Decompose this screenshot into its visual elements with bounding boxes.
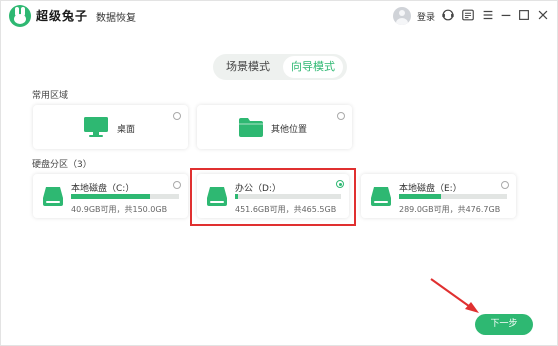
drive-c-usage-bar bbox=[71, 194, 179, 199]
app-window: 超级兔子 数据恢复 登录 场景模式 向导模式 常用区域 桌面 其他位置 硬盘分区… bbox=[0, 0, 558, 346]
next-button[interactable]: 下一步 bbox=[475, 314, 533, 335]
desktop-label: 桌面 bbox=[117, 125, 136, 135]
mode-toggle: 场景模式 向导模式 bbox=[213, 54, 347, 80]
product-name: 数据恢复 bbox=[96, 13, 136, 24]
common-area-title: 常用区域 bbox=[32, 91, 69, 101]
drive-c-name: 本地磁盘（C:） bbox=[71, 184, 135, 194]
drive-e-name: 本地磁盘（E:） bbox=[399, 184, 462, 194]
title-bar: 超级兔子 数据恢复 登录 bbox=[1, 1, 557, 29]
drive-card-c[interactable]: 本地磁盘（C:） 40.9GB可用，共150.0GB bbox=[33, 174, 188, 218]
maximize-icon[interactable] bbox=[515, 6, 533, 24]
desktop-radio[interactable] bbox=[173, 112, 181, 120]
selection-highlight-box bbox=[190, 168, 356, 226]
drive-c-usage-fill bbox=[71, 194, 150, 199]
tab-guide-mode[interactable]: 向导模式 bbox=[283, 56, 343, 78]
hard-drive-icon bbox=[43, 187, 63, 206]
support-icon[interactable] bbox=[439, 6, 457, 24]
login-link[interactable]: 登录 bbox=[417, 10, 435, 23]
rabbit-logo-icon bbox=[9, 5, 31, 27]
drive-e-usage-bar bbox=[399, 194, 507, 199]
folder-icon bbox=[239, 118, 263, 137]
drive-e-radio[interactable] bbox=[501, 181, 509, 189]
red-arrow-icon bbox=[430, 278, 479, 313]
brand-name: 超级兔子 bbox=[36, 9, 89, 23]
hard-drive-icon bbox=[371, 187, 391, 206]
location-card-desktop[interactable]: 桌面 bbox=[33, 105, 188, 149]
menu-icon[interactable] bbox=[479, 6, 497, 24]
avatar-icon[interactable] bbox=[393, 7, 411, 25]
drive-card-e[interactable]: 本地磁盘（E:） 289.0GB可用，共476.7GB bbox=[361, 174, 516, 218]
partitions-title: 硬盘分区（3） bbox=[32, 160, 92, 170]
tab-scene-mode[interactable]: 场景模式 bbox=[217, 56, 279, 78]
wechat-icon[interactable] bbox=[459, 6, 477, 24]
drive-e-usage-fill bbox=[399, 194, 442, 199]
other-location-radio[interactable] bbox=[337, 112, 345, 120]
drive-c-info: 40.9GB可用，共150.0GB bbox=[71, 205, 168, 214]
minimize-icon[interactable] bbox=[497, 6, 515, 24]
location-card-other[interactable]: 其他位置 bbox=[197, 105, 352, 149]
drive-e-info: 289.0GB可用，共476.7GB bbox=[399, 205, 501, 214]
monitor-icon bbox=[84, 117, 108, 137]
close-icon[interactable] bbox=[534, 6, 552, 24]
other-location-label: 其他位置 bbox=[271, 125, 308, 135]
drive-c-radio[interactable] bbox=[173, 181, 181, 189]
